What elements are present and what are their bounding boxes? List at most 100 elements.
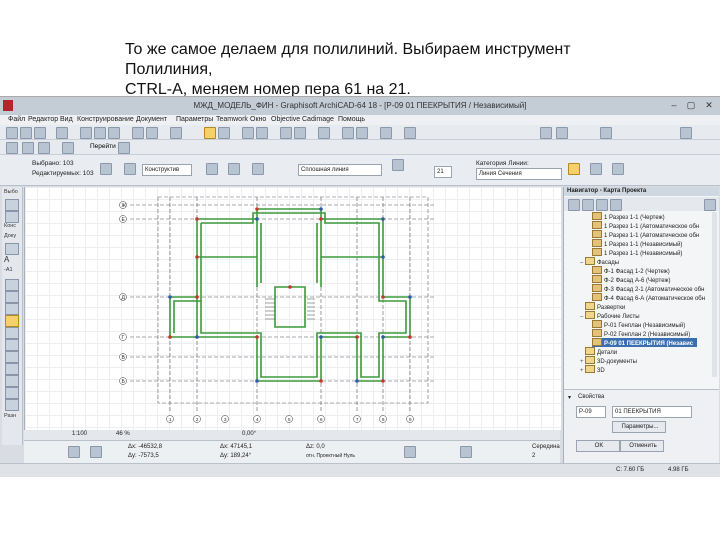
fit-window-icon[interactable]	[318, 127, 330, 139]
marquee-tool-icon[interactable]	[5, 211, 19, 223]
tree-folder[interactable]: – Фасады	[580, 257, 619, 266]
snap-icon[interactable]	[540, 127, 552, 139]
circle-tool-icon[interactable]	[5, 303, 19, 315]
grid-icon[interactable]	[556, 127, 568, 139]
lock-icon[interactable]	[124, 163, 136, 175]
tree-item[interactable]: 1 Разрез 1-1 (Чертеж)	[592, 212, 665, 221]
tree-item[interactable]: Р-02 Генплан 2 (Независимый)	[592, 329, 690, 338]
save-icon[interactable]	[34, 127, 46, 139]
render-icon[interactable]	[380, 127, 392, 139]
line-tool-icon[interactable]	[5, 291, 19, 303]
help-icon[interactable]	[680, 127, 692, 139]
ok-button[interactable]: OK	[576, 440, 620, 452]
tree-item[interactable]: Ф-1 Фасад 1-2 (Чертеж)	[592, 266, 670, 275]
chain-mode-icon[interactable]	[590, 163, 602, 175]
fill-tool-icon[interactable]	[5, 279, 19, 291]
arc-icon[interactable]	[228, 163, 240, 175]
menu-edit[interactable]: Редактор	[28, 116, 58, 123]
line-type-dropdown[interactable]: Сплошная линия	[298, 164, 382, 176]
tree-folder[interactable]: +3D	[580, 365, 605, 374]
section-icon[interactable]	[356, 127, 368, 139]
menu-objective[interactable]: Objective	[271, 116, 300, 123]
palette-icon[interactable]	[600, 127, 612, 139]
selection-handles[interactable]	[168, 207, 412, 383]
construction-dropdown[interactable]: Конструктив	[142, 164, 192, 176]
text-tool-label[interactable]: А	[4, 255, 9, 264]
project-map-icon[interactable]	[568, 199, 580, 211]
props-toggle-icon[interactable]: ▾	[568, 394, 571, 401]
menu-window[interactable]: Окно	[250, 116, 266, 123]
snap-guide-icon[interactable]	[68, 446, 80, 458]
label-tool-label[interactable]: -А1	[4, 267, 13, 273]
special-snap-icon[interactable]	[404, 446, 416, 458]
maximize-icon[interactable]: ▢	[683, 99, 699, 112]
cut-icon[interactable]	[80, 127, 92, 139]
publisher-icon[interactable]	[610, 199, 622, 211]
navigator-options-icon[interactable]	[704, 199, 716, 211]
menu-cadimage[interactable]: Cadimage	[302, 116, 334, 123]
tree-folder[interactable]: Развертки	[580, 302, 625, 311]
menu-design[interactable]: Конструирование	[77, 116, 134, 123]
tree-folder[interactable]: +3D-документы	[580, 356, 637, 365]
polyline-tool-icon[interactable]	[5, 315, 19, 327]
home-icon[interactable]	[6, 142, 18, 154]
layout-icon[interactable]	[62, 142, 74, 154]
arrow-tool-icon[interactable]	[5, 199, 19, 211]
polyline-tool-icon[interactable]	[206, 163, 218, 175]
open-file-icon[interactable]	[20, 127, 32, 139]
line-icon[interactable]	[252, 163, 264, 175]
floor-up-icon[interactable]	[22, 142, 34, 154]
tree-item[interactable]: 1 Разрез 1-1 (Автоматическое обн	[592, 221, 699, 230]
close-icon[interactable]: ✕	[701, 99, 717, 112]
menu-help[interactable]: Помощь	[338, 116, 365, 123]
tree-folder[interactable]: – Рабочие Листы	[580, 311, 640, 320]
menu-options[interactable]: Параметры	[176, 116, 213, 123]
parameters-button[interactable]: Параметры...	[612, 421, 666, 433]
paste-icon[interactable]	[108, 127, 120, 139]
dimension-tool-icon[interactable]	[5, 243, 19, 255]
props-code-field[interactable]: Р-09	[576, 406, 606, 418]
section-tool-icon[interactable]	[5, 375, 19, 387]
line-category-dropdown[interactable]: Линия Сечения	[476, 168, 562, 180]
navigator-scrollbar[interactable]	[712, 212, 717, 377]
arrow-icon[interactable]	[100, 163, 112, 175]
detail-tool-icon[interactable]	[5, 399, 19, 411]
zoom-out-icon[interactable]	[294, 127, 306, 139]
copy-icon[interactable]	[94, 127, 106, 139]
snap-point-icon[interactable]	[460, 446, 472, 458]
scale-value[interactable]: 1:100	[72, 431, 87, 437]
snap-mode-label[interactable]: Середина	[532, 444, 560, 450]
spline-tool-icon[interactable]	[5, 327, 19, 339]
tree-item[interactable]: Ф-4 Фасад 6-А (Автоматическое обн	[592, 293, 705, 302]
layer-icon[interactable]	[242, 127, 254, 139]
snap-mode-value[interactable]: 2	[532, 453, 535, 459]
menu-file[interactable]: Файл	[8, 116, 25, 123]
elevation-tool-icon[interactable]	[5, 387, 19, 399]
pointer-tool-icon[interactable]	[170, 127, 182, 139]
marquee-icon[interactable]	[218, 127, 230, 139]
tree-folder[interactable]: Детали	[580, 347, 617, 356]
tree-item[interactable]: 1 Разрез 1-1 (Независимый)	[592, 239, 682, 248]
redo-icon[interactable]	[146, 127, 158, 139]
tree-item[interactable]: Р-01 Генплан (Независимый)	[592, 320, 685, 329]
minimize-icon[interactable]: –	[666, 99, 682, 112]
menu-teamwork[interactable]: Teamwork	[216, 116, 248, 123]
relative-coords-icon[interactable]	[90, 446, 102, 458]
floor-down-icon[interactable]	[38, 142, 50, 154]
pen-number-field[interactable]: 21	[434, 166, 452, 178]
cancel-button[interactable]: Отменить	[620, 440, 664, 452]
teamwork-icon[interactable]	[404, 127, 416, 139]
geometry-method-icon[interactable]	[612, 163, 624, 175]
tree-item[interactable]: Ф-2 Фасад А-6 (Чертеж)	[592, 275, 670, 284]
undo-icon[interactable]	[132, 127, 144, 139]
zoom-value[interactable]: 46 %	[116, 431, 130, 437]
angle-value[interactable]: 0,00°	[242, 431, 256, 437]
menu-view[interactable]: Вид	[60, 116, 73, 123]
polyline-mode-icon[interactable]	[568, 163, 580, 175]
hotspot-tool-icon[interactable]	[5, 339, 19, 351]
goto-arrow-icon[interactable]	[118, 142, 130, 154]
zoom-in-icon[interactable]	[280, 127, 292, 139]
tree-item[interactable]: 1 Разрез 1-1 (Автоматическое обн	[592, 230, 699, 239]
3d-view-icon[interactable]	[342, 127, 354, 139]
tree-item[interactable]: Ф-3 Фасад 2-1 (Автоматическое обн	[592, 284, 704, 293]
